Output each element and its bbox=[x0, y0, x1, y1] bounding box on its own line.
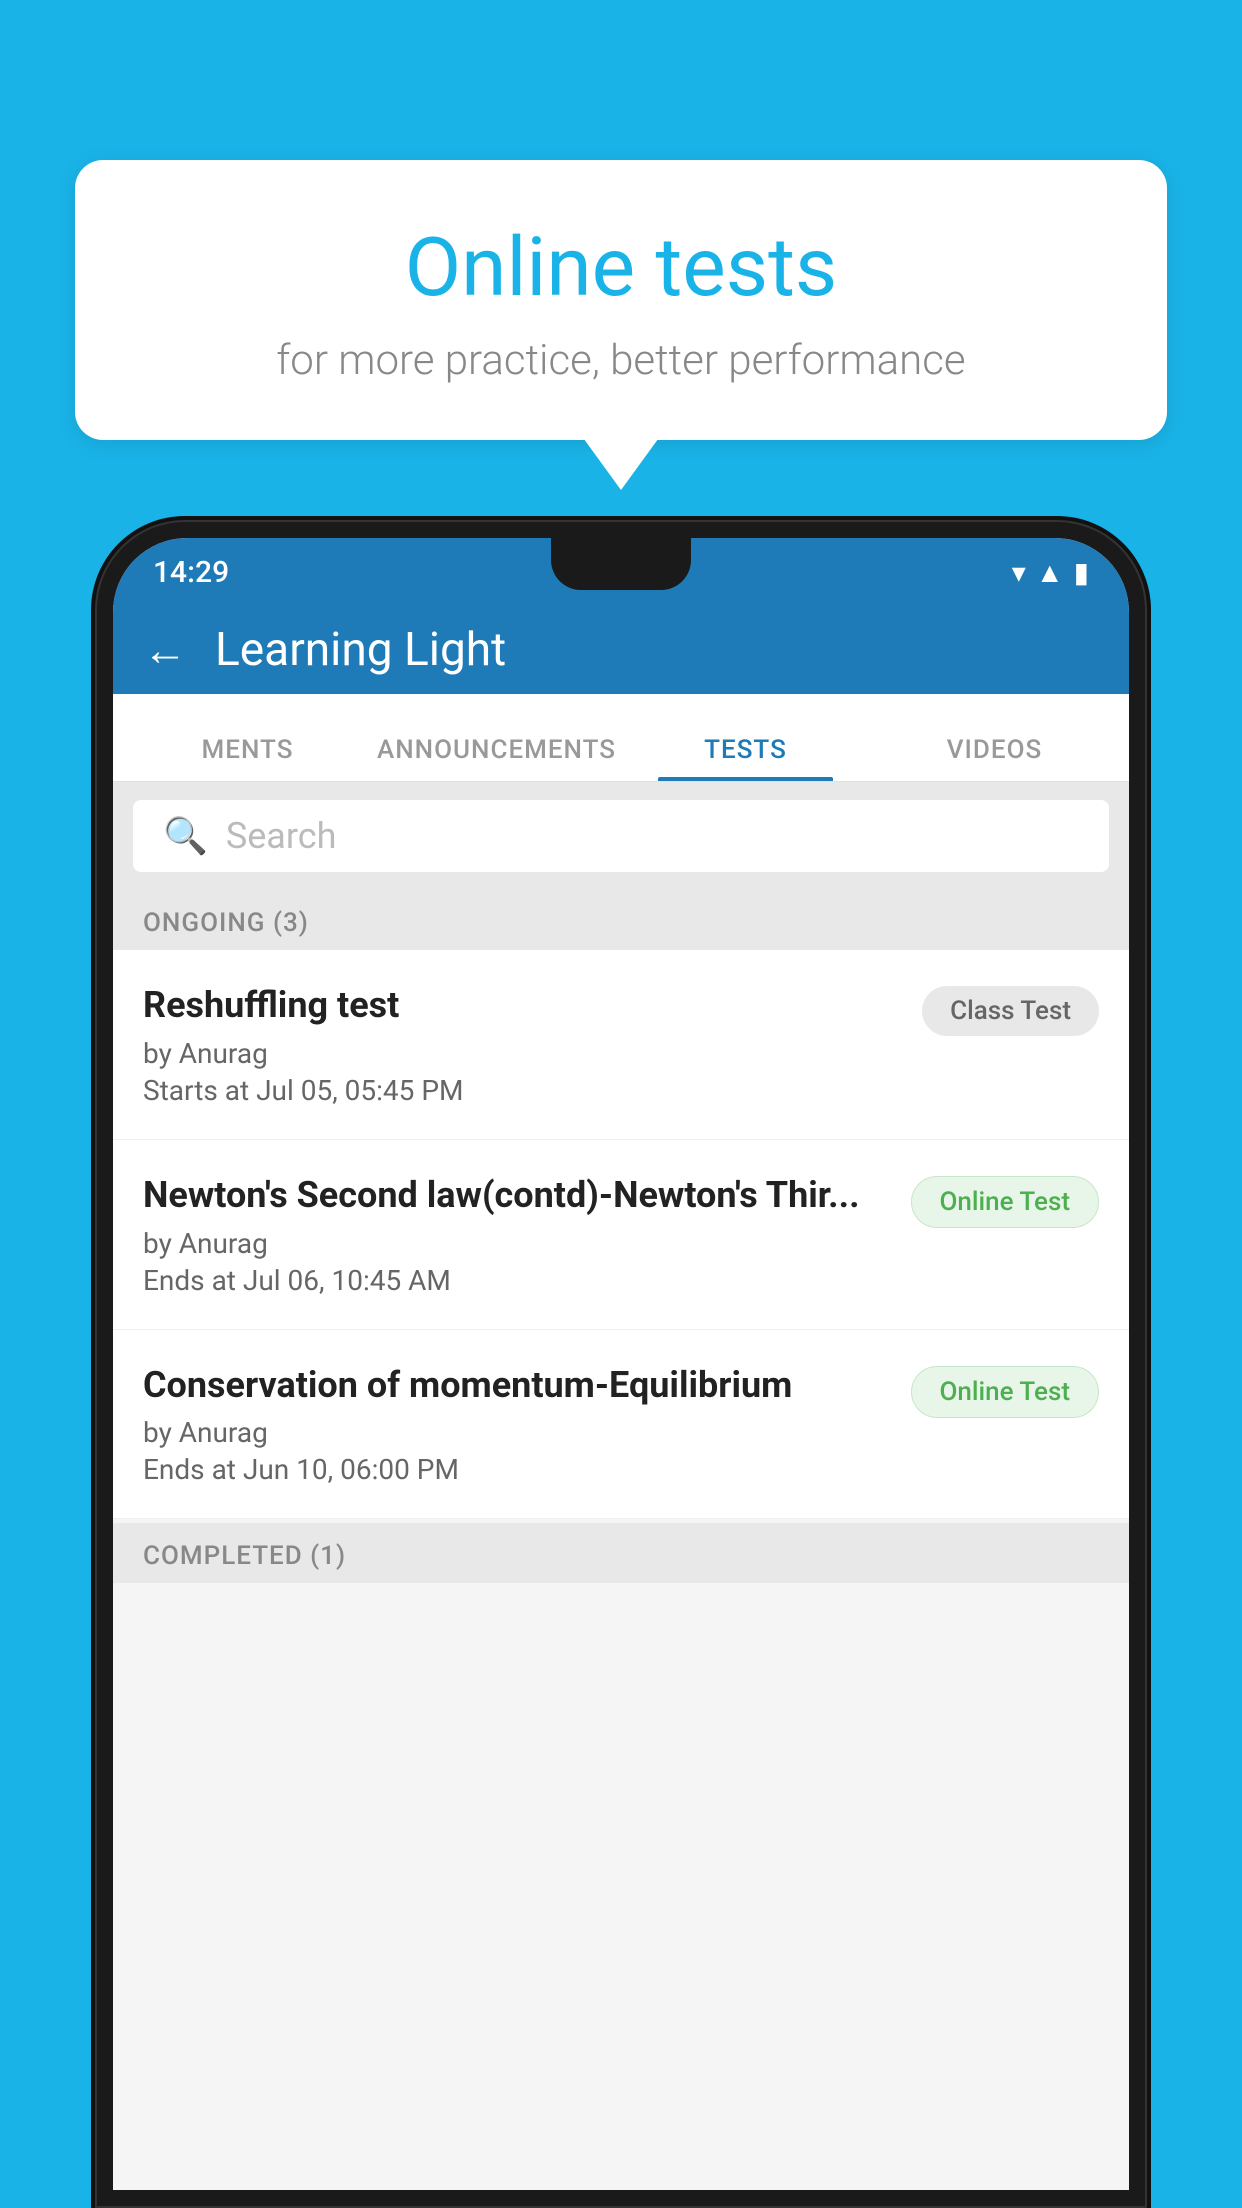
phone-frame: 14:29 ▾ ▲ ▮ ← Learning Light MENTS A bbox=[95, 520, 1147, 2208]
back-button[interactable]: ← bbox=[143, 624, 187, 676]
search-container: 🔍 Search bbox=[113, 782, 1129, 890]
test-by: by Anurag bbox=[143, 1227, 891, 1260]
test-time: Ends at Jun 10, 06:00 PM bbox=[143, 1453, 891, 1486]
test-item[interactable]: Reshuffling test by Anurag Starts at Jul… bbox=[113, 950, 1129, 1140]
test-item-content: Reshuffling test by Anurag Starts at Jul… bbox=[143, 982, 902, 1107]
tab-videos[interactable]: VIDEOS bbox=[870, 735, 1119, 781]
test-list: Reshuffling test by Anurag Starts at Jul… bbox=[113, 950, 1129, 1519]
ongoing-label: ONGOING (3) bbox=[143, 908, 309, 938]
phone-frame-wrapper: 14:29 ▾ ▲ ▮ ← Learning Light MENTS A bbox=[95, 520, 1147, 2208]
ongoing-section-header: ONGOING (3) bbox=[113, 890, 1129, 950]
tab-tests[interactable]: TESTS bbox=[621, 735, 870, 781]
status-time: 14:29 bbox=[153, 555, 229, 590]
test-item[interactable]: Conservation of momentum-Equilibrium by … bbox=[113, 1330, 1129, 1520]
phone-notch bbox=[551, 538, 691, 590]
tab-ments[interactable]: MENTS bbox=[123, 735, 372, 781]
test-by: by Anurag bbox=[143, 1416, 891, 1449]
speech-bubble: Online tests for more practice, better p… bbox=[75, 160, 1167, 440]
test-name: Conservation of momentum-Equilibrium bbox=[143, 1362, 891, 1409]
search-icon: 🔍 bbox=[163, 815, 208, 857]
test-badge-online: Online Test bbox=[911, 1176, 1100, 1228]
test-name: Reshuffling test bbox=[143, 982, 902, 1029]
test-time: Starts at Jul 05, 05:45 PM bbox=[143, 1074, 902, 1107]
wifi-icon: ▾ bbox=[1012, 556, 1026, 589]
speech-bubble-title: Online tests bbox=[125, 220, 1117, 316]
signal-icon: ▲ bbox=[1036, 556, 1064, 589]
test-name: Newton's Second law(contd)-Newton's Thir… bbox=[143, 1172, 891, 1219]
test-item-content: Newton's Second law(contd)-Newton's Thir… bbox=[143, 1172, 891, 1297]
completed-section-header: COMPLETED (1) bbox=[113, 1523, 1129, 1583]
status-icons: ▾ ▲ ▮ bbox=[1012, 556, 1089, 589]
test-item[interactable]: Newton's Second law(contd)-Newton's Thir… bbox=[113, 1140, 1129, 1330]
speech-bubble-subtitle: for more practice, better performance bbox=[125, 336, 1117, 385]
test-time: Ends at Jul 06, 10:45 AM bbox=[143, 1264, 891, 1297]
status-bar: 14:29 ▾ ▲ ▮ bbox=[113, 538, 1129, 606]
battery-icon: ▮ bbox=[1074, 556, 1089, 589]
phone-screen: 14:29 ▾ ▲ ▮ ← Learning Light MENTS A bbox=[113, 538, 1129, 2190]
completed-label: COMPLETED (1) bbox=[143, 1541, 346, 1571]
search-bar[interactable]: 🔍 Search bbox=[133, 800, 1109, 872]
test-by: by Anurag bbox=[143, 1037, 902, 1070]
test-badge-online: Online Test bbox=[911, 1366, 1100, 1418]
search-placeholder: Search bbox=[226, 815, 337, 857]
test-badge-class: Class Test bbox=[922, 986, 1099, 1036]
tab-announcements[interactable]: ANNOUNCEMENTS bbox=[372, 735, 621, 781]
app-header: ← Learning Light bbox=[113, 606, 1129, 694]
tabs-bar: MENTS ANNOUNCEMENTS TESTS VIDEOS bbox=[113, 694, 1129, 782]
test-item-content: Conservation of momentum-Equilibrium by … bbox=[143, 1362, 891, 1487]
app-title: Learning Light bbox=[215, 623, 506, 677]
